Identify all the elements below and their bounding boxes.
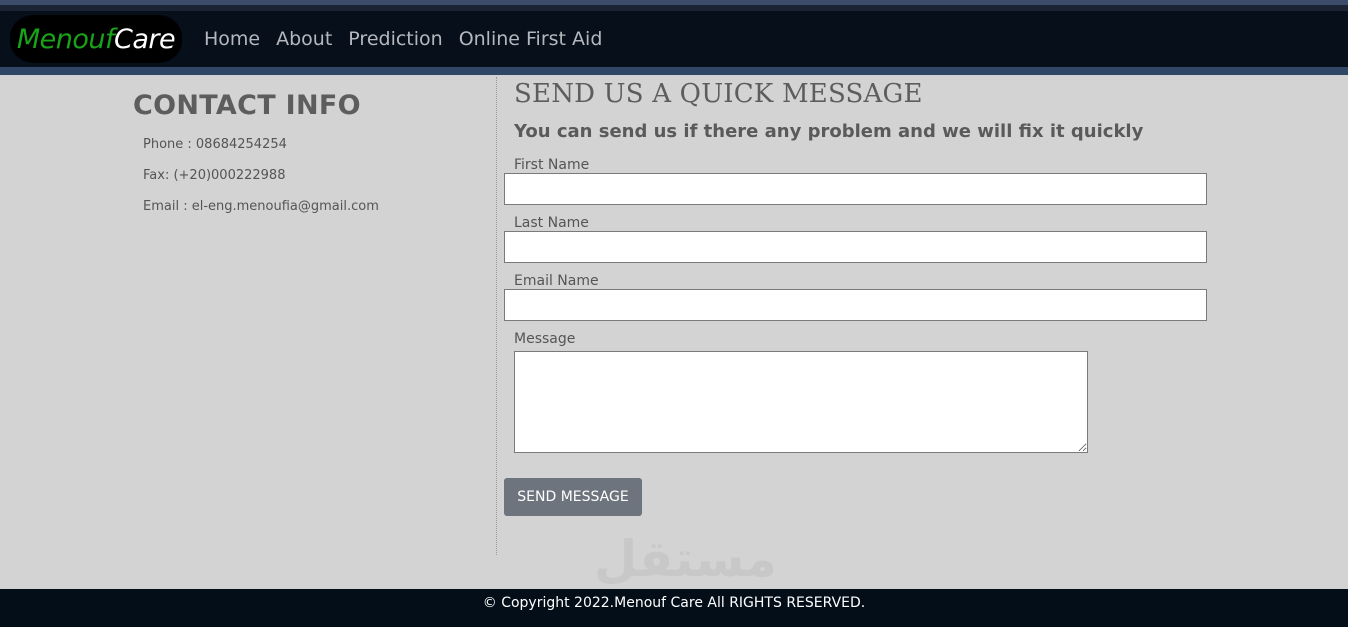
email-input[interactable] bbox=[504, 289, 1207, 321]
last-name-label: Last Name bbox=[514, 215, 589, 231]
send-message-button[interactable]: SEND MESSAGE bbox=[504, 478, 642, 516]
nav-link-prediction[interactable]: Prediction bbox=[348, 28, 442, 50]
email-label: Email Name bbox=[514, 273, 599, 289]
contact-fax: Fax: (+20)000222988 bbox=[143, 168, 286, 183]
nav-link-home[interactable]: Home bbox=[204, 28, 260, 50]
footer-copyright: © Copyright 2022.Menouf Care All RIGHTS … bbox=[482, 595, 866, 611]
nav-links: Home About Prediction Online First Aid bbox=[204, 11, 602, 67]
contact-info-title: CONTACT INFO bbox=[133, 90, 361, 121]
form-subtitle: You can send us if there any problem and… bbox=[514, 121, 1144, 142]
last-name-input[interactable] bbox=[504, 231, 1207, 263]
column-divider bbox=[496, 77, 497, 555]
message-textarea[interactable] bbox=[514, 351, 1088, 453]
form-title: SEND US A QUICK MESSAGE bbox=[514, 79, 923, 109]
logo-part-care: Care bbox=[114, 23, 176, 55]
logo-part-menouf: Menouf bbox=[16, 23, 115, 55]
contact-phone: Phone : 08684254254 bbox=[143, 137, 287, 152]
first-name-input[interactable] bbox=[504, 173, 1207, 205]
navbar-bottom-border bbox=[0, 67, 1348, 75]
navbar: Menouf Care Home About Prediction Online … bbox=[0, 11, 1348, 67]
nav-link-online-first-aid[interactable]: Online First Aid bbox=[459, 28, 603, 50]
footer: © Copyright 2022.Menouf Care All RIGHTS … bbox=[0, 589, 1348, 627]
nav-link-about[interactable]: About bbox=[276, 28, 332, 50]
logo[interactable]: Menouf Care bbox=[10, 15, 182, 63]
first-name-label: First Name bbox=[514, 157, 590, 173]
contact-email: Email : el-eng.menoufia@gmail.com bbox=[143, 199, 379, 214]
message-label: Message bbox=[514, 331, 576, 347]
watermark-logo: مستقل bbox=[594, 530, 777, 588]
